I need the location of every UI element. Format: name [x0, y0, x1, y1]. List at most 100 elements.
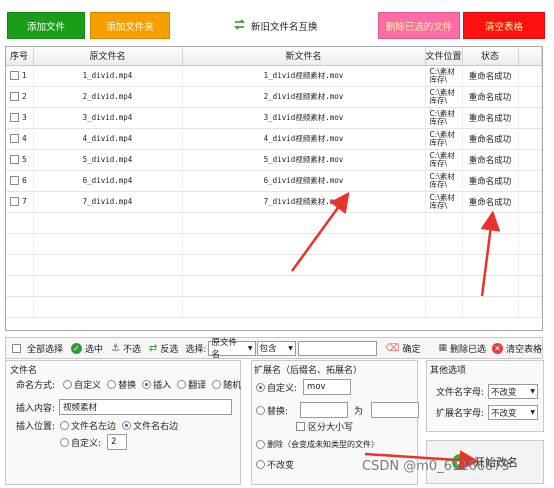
- row-new-name: 7_divid视频素材.mov: [182, 191, 426, 213]
- row-index: 6: [22, 175, 27, 185]
- ext-replace-to-input[interactable]: [371, 402, 420, 418]
- table-row[interactable]: 3 3_divid.mp4 3_divid视频素材.mov C:\素材库存\ 重命名成功: [6, 107, 542, 129]
- mode-random-radio[interactable]: 随机: [212, 378, 241, 391]
- chevron-down-icon: ▼: [530, 409, 536, 416]
- name-case-label: 文件名字母:: [436, 388, 485, 398]
- ext-custom-radio[interactable]: 自定义:: [256, 381, 297, 394]
- clear-table-small-button[interactable]: ✕ 清空表格: [491, 342, 542, 355]
- row-original-name: 6_divid.mp4: [33, 170, 183, 192]
- col-new-name-header[interactable]: 新文件名: [182, 47, 426, 66]
- row-status: 重命名成功: [462, 128, 519, 150]
- col-status-header[interactable]: 状态: [462, 47, 519, 66]
- ext-letter-case-value: 不改变: [491, 408, 517, 419]
- ext-custom-input[interactable]: mov: [303, 379, 352, 395]
- invert-button[interactable]: ⇄ 反选: [149, 342, 178, 355]
- empty-table-row: [6, 233, 542, 255]
- deselect-button[interactable]: ⚓ 不选: [111, 342, 141, 355]
- row-filler: [518, 86, 542, 108]
- col-original-name-header[interactable]: 原文件名: [33, 47, 183, 66]
- table-row[interactable]: 2 2_divid.mp4 2_divid视频素材.mov C:\素材库存\ 重命名成功: [6, 86, 542, 108]
- ext-nochange-row: 不改变: [256, 458, 300, 471]
- match-text-input[interactable]: [297, 340, 378, 356]
- empty-table-row: [6, 296, 542, 318]
- ext-letter-case-row: 扩展名字母: 不改变 ▼: [436, 405, 539, 420]
- row-status: 重命名成功: [462, 107, 519, 129]
- row-index: 7: [22, 196, 27, 206]
- pos-custom-label: 自定义:: [71, 438, 102, 449]
- ext-case-label: 区分大小写: [308, 423, 354, 433]
- ext-replace-radio[interactable]: 替换:: [256, 404, 288, 417]
- row-index: 3: [22, 112, 27, 122]
- select-all-label: 全部选择: [27, 344, 64, 355]
- table-row[interactable]: 6 6_divid.mp4 6_divid视频素材.mov C:\素材库存\ 重命名成功: [6, 170, 542, 192]
- radio-icon: [256, 440, 265, 449]
- ext-letter-case-select[interactable]: 不改变 ▼: [488, 405, 539, 420]
- ext-custom-row: 自定义: mov: [256, 379, 352, 395]
- swap-icon: [233, 18, 246, 34]
- pos-right-radio[interactable]: 文件名右边: [122, 419, 178, 432]
- clear-table-button[interactable]: 清空表格: [463, 12, 545, 39]
- ext-replace-from-input[interactable]: [300, 402, 349, 418]
- watermark: CSDN @m0_61166673: [362, 459, 510, 474]
- mode-insert-radio[interactable]: 插入: [142, 378, 171, 391]
- row-checkbox[interactable]: [10, 113, 19, 123]
- row-filler: [518, 149, 542, 171]
- row-checkbox[interactable]: [10, 134, 19, 144]
- row-original-name: 2_divid.mp4: [33, 86, 183, 108]
- row-original-name: 7_divid.mp4: [33, 191, 183, 213]
- col-location-header[interactable]: 文件位置: [425, 47, 463, 66]
- row-location: C:\素材库存\: [425, 191, 463, 213]
- table-row[interactable]: 7 7_divid.mp4 7_divid视频素材.mov C:\素材库存\ 重命名成功: [6, 191, 542, 213]
- swap-label: 新旧文件名互换: [251, 22, 318, 33]
- confirm-button[interactable]: ⌫ 确定: [385, 342, 420, 355]
- row-index-cell: 6: [6, 170, 34, 192]
- row-checkbox[interactable]: [10, 176, 19, 186]
- ext-replace-as-label: 为: [354, 406, 364, 417]
- table-row[interactable]: 5 5_divid.mp4 5_divid视频素材.mov C:\素材库存\ 重命名成功: [6, 149, 542, 171]
- add-folder-button[interactable]: 添加文件夹: [90, 12, 170, 39]
- match-select[interactable]: 包含 ▼: [256, 340, 296, 356]
- insert-content-input[interactable]: 视频素材: [59, 399, 233, 415]
- insert-content-row: 插入内容: 视频素材: [16, 399, 233, 415]
- deselect-label: 不选: [123, 344, 142, 355]
- row-checkbox[interactable]: [10, 197, 19, 207]
- name-case-select[interactable]: 不改变 ▼: [488, 384, 539, 399]
- mode-translate-label: 翻译: [188, 381, 207, 391]
- custom-position-input[interactable]: 2: [107, 434, 128, 450]
- chevron-down-icon: ▼: [288, 344, 293, 352]
- remove-selected-button[interactable]: ▦ 删除已选: [438, 342, 486, 355]
- ext-delete-radio[interactable]: 删除（会变成未知类型的文件）: [256, 439, 379, 450]
- ext-case-checkbox[interactable]: [296, 422, 305, 431]
- row-index: 4: [22, 133, 27, 143]
- pos-right-label: 文件名右边: [133, 422, 179, 432]
- mode-translate-radio[interactable]: 翻译: [177, 378, 206, 391]
- remove-selected-files-button[interactable]: 删除已选的文件: [378, 12, 460, 39]
- select-mid-button[interactable]: ✓ 选中: [71, 342, 103, 355]
- row-index: 5: [22, 154, 27, 164]
- row-location: C:\素材库存\: [425, 128, 463, 150]
- select-mid-label: 选中: [85, 344, 104, 355]
- file-table: 序号 原文件名 新文件名 文件位置 状态 1 1_divid.mp4 1_divid…: [5, 46, 543, 331]
- pos-custom-radio[interactable]: 自定义:: [60, 436, 101, 449]
- field-select[interactable]: 原文件名 ▼: [208, 338, 256, 360]
- row-original-name: 3_divid.mp4: [33, 107, 183, 129]
- pos-left-radio[interactable]: 文件名左边: [60, 419, 116, 432]
- mode-custom-radio[interactable]: 自定义: [63, 378, 101, 391]
- table-header-row: 序号 原文件名 新文件名 文件位置 状态: [6, 47, 542, 66]
- mode-replace-radio[interactable]: 替换: [107, 378, 136, 391]
- table-row[interactable]: 1 1_divid.mp4 1_divid视频素材.mov C:\素材库存\ 重命名成功: [6, 65, 542, 87]
- row-checkbox[interactable]: [10, 92, 19, 102]
- ext-nochange-radio[interactable]: 不改变: [256, 458, 294, 471]
- add-file-button[interactable]: 添加文件: [7, 12, 85, 39]
- radio-icon: [212, 380, 222, 389]
- row-new-name: 6_divid视频素材.mov: [182, 170, 426, 192]
- row-new-name: 4_divid视频素材.mov: [182, 128, 426, 150]
- col-index-header[interactable]: 序号: [6, 47, 34, 66]
- row-checkbox[interactable]: [10, 155, 19, 165]
- pos-left-label: 文件名左边: [71, 422, 117, 432]
- select-all-checkbox[interactable]: 全部选择: [12, 342, 63, 355]
- swap-names-button[interactable]: 新旧文件名互换: [233, 14, 318, 38]
- table-row[interactable]: 4 4_divid.mp4 4_divid视频素材.mov C:\素材库存\ 重命名成功: [6, 128, 542, 150]
- radio-selected-icon: [256, 382, 265, 392]
- row-checkbox[interactable]: [10, 71, 19, 81]
